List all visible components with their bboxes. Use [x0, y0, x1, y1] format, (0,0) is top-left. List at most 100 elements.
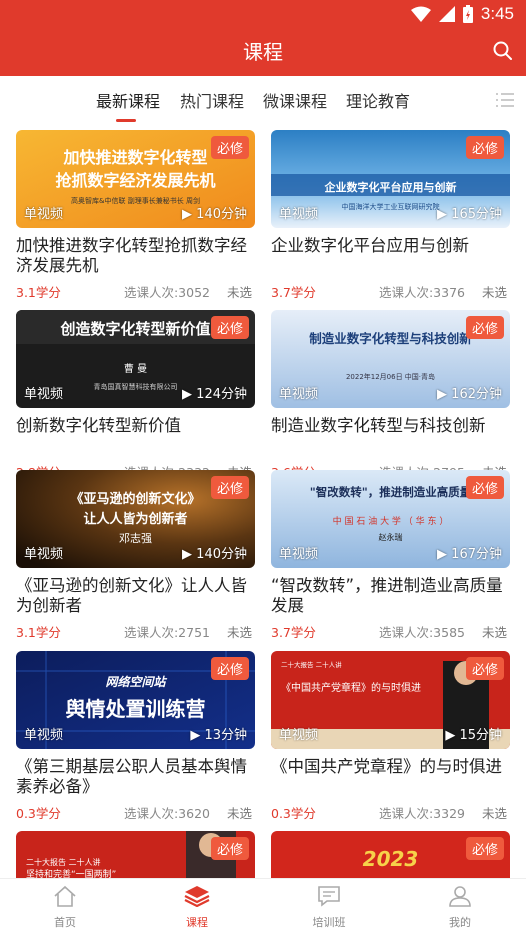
required-badge: 必修 — [210, 657, 249, 680]
course-thumbnail[interactable]: 2023 必修 — [271, 831, 510, 878]
course-title[interactable]: 《亚马逊的创新文化》让人人皆为创新者 — [16, 576, 255, 616]
course-thumbnail[interactable]: 二十大报告 二十人讲 《中国共产党章程》的与时俱进 必修 单视频 ▶ 15分钟 — [271, 651, 510, 749]
course-title[interactable]: 《中国共产党章程》的与时俱进 — [271, 757, 510, 797]
course-card[interactable]: 制造业数字化转型与科技创新 2022年12月06日 中国·青岛 必修 单视频 ▶… — [271, 310, 510, 480]
status-time: 3:45 — [480, 4, 514, 23]
nav-label: 我的 — [449, 916, 471, 929]
duration-value: 165分钟 — [451, 207, 502, 222]
course-meta: 0.3学分 选课人次:3329 未选 — [271, 803, 510, 821]
tab-latest[interactable]: 最新课程 — [96, 88, 160, 112]
credit-label: 0.3学分 — [16, 806, 61, 821]
tab-theory[interactable]: 理论教育 — [346, 88, 410, 112]
course-meta: 3.1学分 选课人次:3052 未选 — [16, 282, 255, 300]
enrolled-count: 选课人次:2751 — [123, 625, 210, 640]
required-badge: 必修 — [465, 316, 504, 339]
battery-icon — [462, 5, 473, 23]
tab-popular[interactable]: 热门课程 — [180, 88, 244, 112]
user-icon — [449, 886, 471, 907]
enrolled-count: 选课人次:3052 — [123, 285, 210, 300]
video-type-label: 单视频 — [24, 207, 64, 222]
duration-label: ▶ 15分钟 — [445, 728, 502, 743]
course-title[interactable]: 制造业数字化转型与科技创新 — [271, 416, 510, 456]
enrolled-count: 选课人次:3376 — [378, 285, 465, 300]
required-badge: 必修 — [465, 837, 504, 860]
bottom-navigation: 首页 课程 培训班 我的 — [0, 878, 526, 934]
required-badge: 必修 — [465, 657, 504, 680]
course-card[interactable]: 二十大报告 二十人讲 《中国共产党章程》的与时俱进 必修 单视频 ▶ 15分钟 … — [271, 651, 510, 821]
thumb-subheading: 中 国 石 油 大 学 （ 华 东 ） — [332, 517, 449, 527]
course-title[interactable]: 企业数字化平台应用与创新 — [271, 236, 510, 276]
video-type-label: 单视频 — [24, 547, 64, 562]
duration-value: 140分钟 — [196, 547, 247, 562]
duration-value: 124分钟 — [196, 387, 247, 402]
layers-icon — [184, 886, 210, 908]
video-type-label: 单视频 — [279, 728, 319, 743]
course-card[interactable]: 2023 必修 — [271, 831, 510, 878]
course-thumbnail[interactable]: "智改数转"，推进制造业高质量 中 国 石 油 大 学 （ 华 东 ） 赵永瑞 … — [271, 470, 510, 568]
thumb-heading: 让人人皆为创新者 — [83, 512, 188, 527]
enrolled-count: 选课人次:3585 — [378, 625, 465, 640]
nav-training[interactable]: 培训班 — [289, 885, 369, 930]
status-bar: 3:45 — [410, 3, 514, 25]
selection-status: 未选 — [226, 285, 252, 300]
course-title[interactable]: 创新数字化转型新价值 — [16, 416, 255, 456]
active-tab-indicator — [116, 119, 136, 122]
video-type-label: 单视频 — [24, 728, 64, 743]
credit-label: 3.1学分 — [16, 625, 61, 640]
course-thumbnail[interactable]: 创造数字化转型新价值 曹 曼 青岛国真智慧科技有限公司 必修 单视频 ▶ 124… — [16, 310, 255, 408]
home-icon — [54, 885, 76, 907]
enrolled-count: 选课人次:3620 — [123, 806, 210, 821]
required-badge: 必修 — [465, 136, 504, 159]
credit-label: 3.7学分 — [271, 285, 316, 300]
course-title[interactable]: “智改数转”，推进制造业高质量发展 — [271, 576, 510, 616]
chat-board-icon — [318, 886, 340, 907]
thumb-speaker: 赵永瑞 — [378, 533, 403, 542]
course-card[interactable]: 创造数字化转型新价值 曹 曼 青岛国真智慧科技有限公司 必修 单视频 ▶ 124… — [16, 310, 255, 480]
search-icon[interactable] — [492, 40, 514, 62]
course-card[interactable]: 二十大报告 二十人讲 坚持和完善“一国两制” 必修 — [16, 831, 255, 878]
signal-icon — [438, 6, 455, 22]
course-meta: 3.7学分 选课人次:3376 未选 — [271, 282, 510, 300]
nav-label: 课程 — [186, 916, 208, 929]
course-thumbnail[interactable]: 《亚马逊的创新文化》 让人人皆为创新者 邓志强 必修 单视频 ▶ 140分钟 — [16, 470, 255, 568]
thumb-heading: 《中国共产党章程》的与时俱进 — [281, 683, 421, 694]
required-badge: 必修 — [210, 316, 249, 339]
course-title[interactable]: 加快推进数字化转型抢抓数字经济发展先机 — [16, 236, 255, 276]
course-thumbnail[interactable]: 加快推进数字化转型 抢抓数字经济发展先机 高奥智库&中信联 副理事长兼秘书长 周… — [16, 130, 255, 228]
nav-home[interactable]: 首页 — [25, 885, 105, 930]
course-card[interactable]: "智改数转"，推进制造业高质量 中 国 石 油 大 学 （ 华 东 ） 赵永瑞 … — [271, 470, 510, 640]
video-type-label: 单视频 — [24, 387, 64, 402]
course-card[interactable]: 《亚马逊的创新文化》 让人人皆为创新者 邓志强 必修 单视频 ▶ 140分钟 《… — [16, 470, 255, 640]
course-meta: 0.3学分 选课人次:3620 未选 — [16, 803, 255, 821]
app-header: 3:45 课程 — [0, 0, 526, 76]
video-type-label: 单视频 — [279, 387, 319, 402]
selection-status: 未选 — [481, 625, 507, 640]
selection-status: 未选 — [481, 285, 507, 300]
course-thumbnail[interactable]: 网络空间站 舆情处置训练营 必修 单视频 ▶ 13分钟 — [16, 651, 255, 749]
wifi-icon — [410, 6, 431, 22]
nav-courses[interactable]: 课程 — [157, 885, 237, 930]
course-card[interactable]: 网络空间站 舆情处置训练营 必修 单视频 ▶ 13分钟 《第三期基层公职人员基本… — [16, 651, 255, 821]
duration-label: ▶ 124分钟 — [182, 387, 247, 402]
video-type-label: 单视频 — [279, 207, 319, 222]
thumb-heading: 企业数字化平台应用与创新 — [324, 181, 457, 194]
course-thumbnail[interactable]: 制造业数字化转型与科技创新 2022年12月06日 中国·青岛 必修 单视频 ▶… — [271, 310, 510, 408]
required-badge: 必修 — [210, 476, 249, 499]
course-card[interactable]: 加快推进数字化转型 抢抓数字经济发展先机 高奥智库&中信联 副理事长兼秘书长 周… — [16, 130, 255, 300]
duration-label: ▶ 165分钟 — [437, 207, 502, 222]
nav-profile[interactable]: 我的 — [420, 885, 500, 930]
credit-label: 3.1学分 — [16, 285, 61, 300]
list-menu-icon[interactable] — [496, 92, 514, 108]
duration-label: ▶ 162分钟 — [437, 387, 502, 402]
tab-micro[interactable]: 微课课程 — [263, 88, 327, 112]
duration-value: 167分钟 — [451, 547, 502, 562]
thumb-speaker: 曹 曼 — [123, 364, 148, 375]
course-thumbnail[interactable]: 企业数字化平台应用与创新 中国海洋大学工业互联网研究院 必修 单视频 ▶ 165… — [271, 130, 510, 228]
course-title[interactable]: 《第三期基层公职人员基本舆情素养必备》 — [16, 757, 255, 797]
required-badge: 必修 — [465, 476, 504, 499]
course-card[interactable]: 企业数字化平台应用与创新 中国海洋大学工业互联网研究院 必修 单视频 ▶ 165… — [271, 130, 510, 300]
duration-label: ▶ 140分钟 — [182, 547, 247, 562]
duration-value: 15分钟 — [459, 728, 502, 743]
course-thumbnail[interactable]: 二十大报告 二十人讲 坚持和完善“一国两制” 必修 — [16, 831, 255, 878]
required-badge: 必修 — [210, 136, 249, 159]
